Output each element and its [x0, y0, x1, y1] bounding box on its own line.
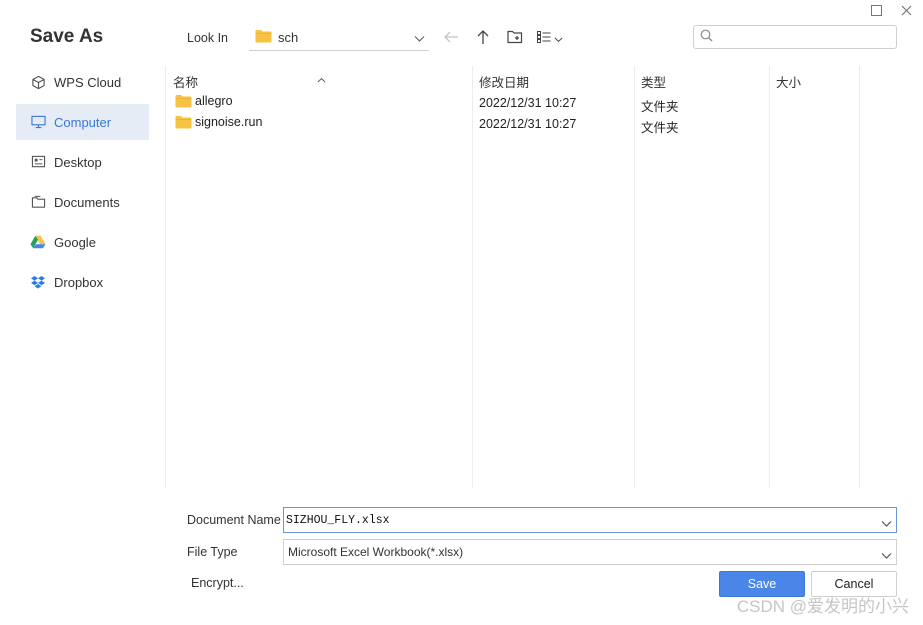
- sidebar-item-label: Desktop: [54, 154, 102, 170]
- table-row[interactable]: allegro 2022/12/31 10:27 文件夹: [166, 93, 859, 114]
- navigation-toolbar: Look In sch: [187, 24, 897, 52]
- file-type-label: File Type: [187, 545, 238, 559]
- column-header-modified[interactable]: 修改日期: [479, 72, 529, 91]
- maximize-button[interactable]: [865, 2, 887, 18]
- folder-icon: [255, 29, 272, 46]
- document-name-row: Document Name: [187, 507, 897, 533]
- sort-ascending-icon: [317, 72, 326, 86]
- file-name: signoise.run: [195, 115, 263, 129]
- encrypt-link[interactable]: Encrypt...: [191, 576, 244, 590]
- file-name-cell: signoise.run: [175, 115, 262, 129]
- sidebar-item-desktop[interactable]: Desktop: [16, 144, 149, 180]
- sidebar-item-google[interactable]: Google: [16, 224, 149, 260]
- file-modified: 2022/12/31 10:27: [479, 96, 577, 110]
- watermark: CSDN @爱发明的小兴: [736, 597, 909, 616]
- dialog-title: Save As: [30, 26, 104, 47]
- sidebar-item-label: Google: [54, 234, 96, 250]
- new-folder-icon: [507, 30, 523, 47]
- sidebar-item-computer[interactable]: Computer: [16, 104, 149, 140]
- document-name-combo[interactable]: [283, 507, 897, 533]
- save-form: Document Name File Type Microsoft Excel …: [187, 507, 897, 571]
- file-type-select[interactable]: Microsoft Excel Workbook(*.xlsx): [283, 539, 897, 565]
- file-type: 文件夹: [641, 100, 679, 114]
- sidebar-item-label: WPS Cloud: [54, 74, 122, 90]
- file-name-cell: allegro: [175, 94, 233, 108]
- documents-icon: [30, 194, 46, 210]
- column-separator: [859, 66, 860, 488]
- dropbox-icon: [30, 274, 46, 290]
- file-list: 名称 修改日期 类型 大小 allegro 2022/12/31 10:27 文…: [165, 66, 860, 488]
- list-view-icon: [537, 30, 551, 46]
- desktop-icon: [30, 154, 46, 170]
- window-controls: [865, 0, 923, 18]
- file-modified: 2022/12/31 10:27: [479, 117, 577, 131]
- sidebar-item-label: Dropbox: [54, 274, 104, 290]
- column-header-size[interactable]: 大小: [776, 72, 801, 91]
- sidebar-item-wps-cloud[interactable]: WPS Cloud: [16, 64, 149, 100]
- google-drive-icon: [30, 234, 46, 250]
- file-list-header: 名称 修改日期 类型 大小: [166, 72, 859, 90]
- arrow-left-icon: [443, 30, 459, 47]
- view-mode-button[interactable]: [531, 25, 569, 51]
- folder-icon: [175, 95, 192, 108]
- file-type-value: Microsoft Excel Workbook(*.xlsx): [288, 545, 464, 559]
- search-box[interactable]: [693, 25, 897, 49]
- up-folder-button[interactable]: [467, 25, 499, 51]
- new-folder-button[interactable]: [499, 25, 531, 51]
- search-icon: [700, 29, 713, 45]
- chevron-down-icon[interactable]: [881, 516, 892, 531]
- sidebar-item-label: Computer: [54, 114, 112, 130]
- cube-icon: [30, 74, 46, 90]
- document-name-input[interactable]: [284, 508, 896, 532]
- current-folder-name: sch: [278, 30, 299, 45]
- sidebar-item-label: Documents: [54, 194, 120, 210]
- sidebar: WPS Cloud Computer Desktop Documents Goo…: [16, 64, 149, 304]
- sidebar-item-documents[interactable]: Documents: [16, 184, 149, 220]
- file-type: 文件夹: [641, 121, 679, 135]
- search-input[interactable]: [719, 30, 896, 44]
- file-type-row: File Type Microsoft Excel Workbook(*.xls…: [187, 539, 897, 565]
- look-in-label: Look In: [187, 31, 229, 45]
- document-name-label: Document Name: [187, 513, 281, 527]
- column-header-type[interactable]: 类型: [641, 72, 666, 91]
- chevron-down-icon: [554, 31, 563, 46]
- file-name: allegro: [195, 94, 233, 108]
- sidebar-item-dropbox[interactable]: Dropbox: [16, 264, 149, 300]
- arrow-up-icon: [476, 29, 490, 48]
- column-header-name[interactable]: 名称: [173, 72, 198, 91]
- chevron-down-icon: [414, 31, 425, 46]
- folder-icon: [175, 116, 192, 129]
- close-button[interactable]: [895, 2, 917, 18]
- look-in-dropdown[interactable]: sch: [249, 25, 429, 51]
- back-button[interactable]: [435, 25, 467, 51]
- table-row[interactable]: signoise.run 2022/12/31 10:27 文件夹: [166, 114, 859, 135]
- monitor-icon: [30, 114, 46, 130]
- chevron-down-icon[interactable]: [881, 548, 892, 563]
